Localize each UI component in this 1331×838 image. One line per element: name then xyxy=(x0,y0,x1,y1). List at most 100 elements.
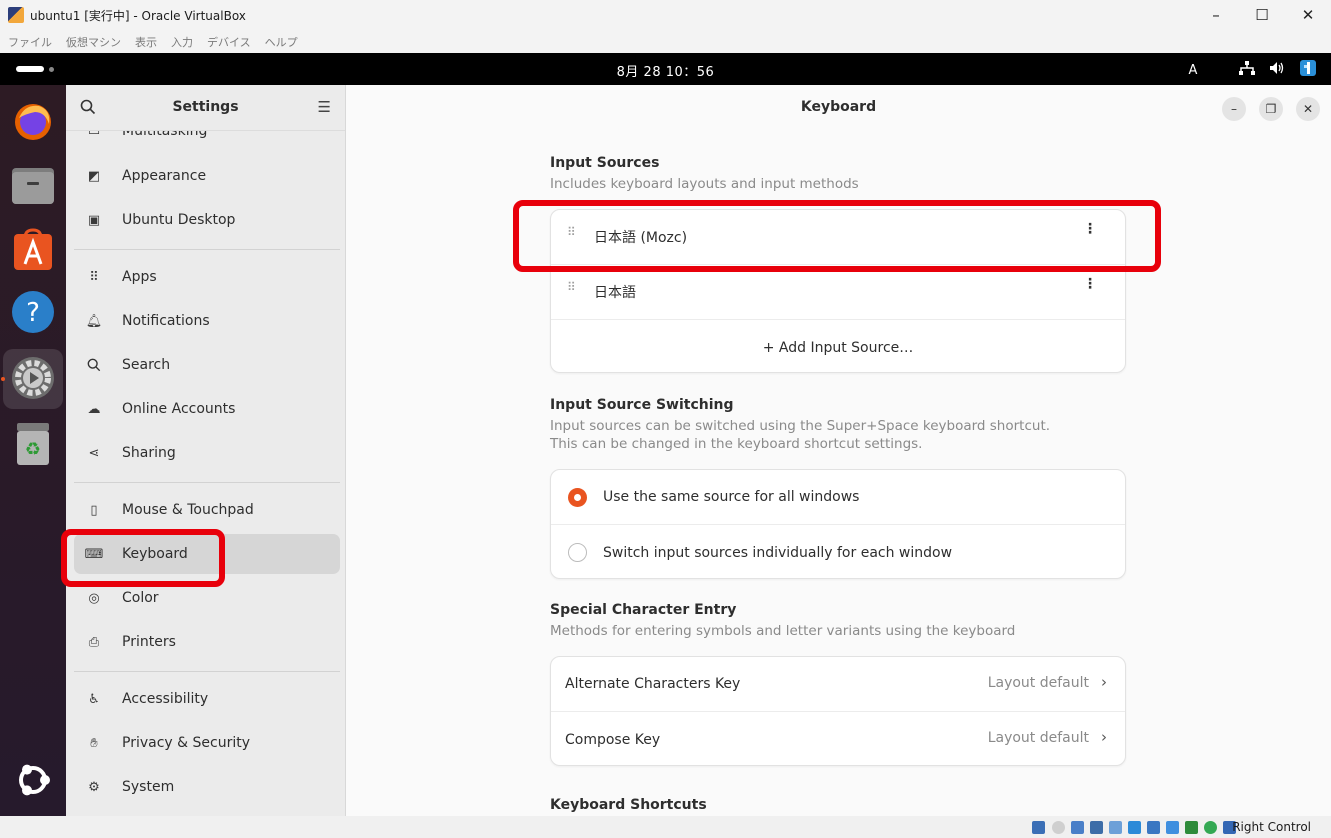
alternate-characters-key-row[interactable]: Alternate Characters Key Layout default … xyxy=(551,657,1125,712)
svg-text:♻: ♻ xyxy=(25,439,41,460)
sidebar-item-mouse-touchpad[interactable]: ▯ Mouse & Touchpad xyxy=(74,490,340,530)
help-icon[interactable]: ? xyxy=(10,289,56,335)
sidebar-item-multitasking[interactable]: ▭ Multitasking xyxy=(74,131,340,151)
files-icon[interactable] xyxy=(10,161,56,207)
sidebar-separator xyxy=(74,671,340,672)
radio-option-per-window[interactable]: Switch input sources individually for ea… xyxy=(551,525,1125,578)
host-key-label: Right Control xyxy=(1232,820,1311,834)
sidebar-separator xyxy=(74,482,340,483)
switching-header: Input Source Switching Input sources can… xyxy=(550,397,1126,453)
clock[interactable]: 8月 28 10：56 xyxy=(0,61,1331,80)
cloud-icon: ☁ xyxy=(87,401,101,417)
special-chars-header: Special Character Entry Methods for ente… xyxy=(550,602,1126,640)
sidebar-title: Settings xyxy=(172,99,239,115)
minimize-window-button[interactable]: – xyxy=(1222,97,1246,121)
close-window-button[interactable]: ✕ xyxy=(1296,97,1320,121)
menu-input[interactable]: 入力 xyxy=(171,34,193,50)
optical-drive-icon[interactable] xyxy=(1052,821,1065,834)
sidebar-item-search[interactable]: Search xyxy=(74,345,340,385)
more-options-icon[interactable]: ⋮ xyxy=(1083,277,1097,291)
ime-icon[interactable] xyxy=(1299,59,1317,81)
input-method-indicator[interactable]: A xyxy=(1185,63,1201,78)
window-title: ubuntu1 [実行中] - Oracle VirtualBox xyxy=(30,9,246,23)
appearance-icon: ◩ xyxy=(87,168,101,184)
usb-icon[interactable] xyxy=(1109,821,1122,834)
sidebar-item-privacy-security[interactable]: ✋︎ Privacy & Security xyxy=(74,723,340,763)
section-heading: Keyboard Shortcuts xyxy=(550,797,707,813)
compose-key-row[interactable]: Compose Key Layout default › xyxy=(551,712,1125,765)
section-heading: Input Sources xyxy=(550,155,660,171)
sidebar-item-notifications[interactable]: 🔔︎ Notifications xyxy=(74,301,340,341)
trash-icon[interactable]: ♻ xyxy=(10,421,56,467)
hamburger-menu-icon[interactable]: ☰ xyxy=(318,98,331,116)
color-icon: ◎ xyxy=(88,590,100,606)
menu-file[interactable]: ファイル xyxy=(8,34,52,50)
vbox-statusbar: Right Control xyxy=(0,816,1331,838)
maximize-window-button[interactable]: ❐ xyxy=(1259,97,1283,121)
firefox-icon[interactable] xyxy=(10,97,56,143)
menu-devices[interactable]: デバイス xyxy=(207,34,251,50)
special-chars-list: Alternate Characters Key Layout default … xyxy=(550,656,1126,766)
share-icon: ⋖ xyxy=(88,445,100,461)
sidebar-item-apps[interactable]: ⠿ Apps xyxy=(74,257,340,297)
section-description: Input sources can be switched using the … xyxy=(550,418,1051,452)
radio-option-same-source[interactable]: Use the same source for all windows xyxy=(551,470,1125,525)
bell-icon: 🔔︎ xyxy=(85,313,103,329)
gnome-top-bar: 8月 28 10：56 A xyxy=(0,53,1331,85)
sidebar-item-sharing[interactable]: ⋖ Sharing xyxy=(74,433,340,473)
running-indicator xyxy=(1,377,5,381)
ubuntu-logo-icon[interactable] xyxy=(10,757,56,803)
sidebar-header: Settings ☰ xyxy=(66,85,345,131)
app-center-icon[interactable] xyxy=(10,225,56,271)
menu-view[interactable]: 表示 xyxy=(135,34,157,50)
sidebar-item-online-accounts[interactable]: ☁ Online Accounts xyxy=(74,389,340,429)
mouse-icon: ▯ xyxy=(90,502,98,518)
search-icon xyxy=(86,357,102,373)
sidebar-item-system[interactable]: ⚙ System xyxy=(74,767,340,807)
display-icon[interactable] xyxy=(1147,821,1160,834)
shared-folders-icon[interactable] xyxy=(1128,821,1141,834)
sidebar-item-appearance[interactable]: ◩ Appearance xyxy=(74,156,340,196)
cpu-icon[interactable] xyxy=(1185,821,1198,834)
input-source-row[interactable]: ⠿ 日本語 ⋮ xyxy=(551,265,1125,320)
maximize-button[interactable]: ☐ xyxy=(1239,0,1285,30)
menu-help[interactable]: ヘルプ xyxy=(265,34,298,50)
system-tray[interactable]: A xyxy=(1185,59,1317,81)
menu-machine[interactable]: 仮想マシン xyxy=(66,34,121,50)
svg-text:?: ? xyxy=(26,298,40,328)
virtualbox-app-icon xyxy=(8,7,24,23)
minimize-button[interactable]: – xyxy=(1193,0,1239,30)
settings-sidebar: Settings ☰ ▭ Multitasking ◩ Appearance ▣ Ub… xyxy=(66,85,346,816)
multitasking-icon: ▭ xyxy=(87,131,101,139)
radio-button[interactable] xyxy=(568,543,587,562)
close-button[interactable]: ✕ xyxy=(1285,0,1331,30)
volume-icon[interactable] xyxy=(1269,61,1285,79)
shortcuts-header: Keyboard Shortcuts xyxy=(550,797,1126,813)
audio-icon[interactable] xyxy=(1071,821,1084,834)
highlight-box-keyboard xyxy=(61,529,225,587)
add-input-source-button[interactable]: + Add Input Source… xyxy=(551,320,1125,372)
sidebar-item-printers[interactable]: ⎙ Printers xyxy=(74,622,340,662)
radio-button-selected[interactable] xyxy=(568,488,587,507)
switching-options: Use the same source for all windows Swit… xyxy=(550,469,1126,579)
apps-icon: ⠿ xyxy=(89,269,99,285)
sidebar-item-accessibility[interactable]: ♿︎ Accessibility xyxy=(74,679,340,719)
vbox-titlebar: ubuntu1 [実行中] - Oracle VirtualBox – ☐ ✕ xyxy=(0,0,1331,30)
drag-handle-icon[interactable]: ⠿ xyxy=(567,281,577,300)
section-heading: Input Source Switching xyxy=(550,397,734,413)
section-description: Includes keyboard layouts and input meth… xyxy=(550,176,859,192)
chevron-right-icon: › xyxy=(1101,728,1107,746)
vbox-menubar: ファイル 仮想マシン 表示 入力 デバイス ヘルプ xyxy=(0,30,1331,53)
sidebar-item-ubuntu-desktop[interactable]: ▣ Ubuntu Desktop xyxy=(74,200,340,240)
section-description: Methods for entering symbols and letter … xyxy=(550,623,1016,639)
sidebar-separator xyxy=(74,249,340,250)
guest-additions-icon[interactable] xyxy=(1204,821,1217,834)
highlight-box-input-source xyxy=(513,200,1161,272)
recording-icon[interactable] xyxy=(1166,821,1179,834)
hard-disk-icon[interactable] xyxy=(1032,821,1045,834)
settings-icon[interactable] xyxy=(10,355,56,401)
section-heading: Special Character Entry xyxy=(550,602,737,618)
network-status-icon[interactable] xyxy=(1090,821,1103,834)
network-icon[interactable] xyxy=(1239,61,1255,79)
hand-icon: ✋︎ xyxy=(90,735,98,751)
